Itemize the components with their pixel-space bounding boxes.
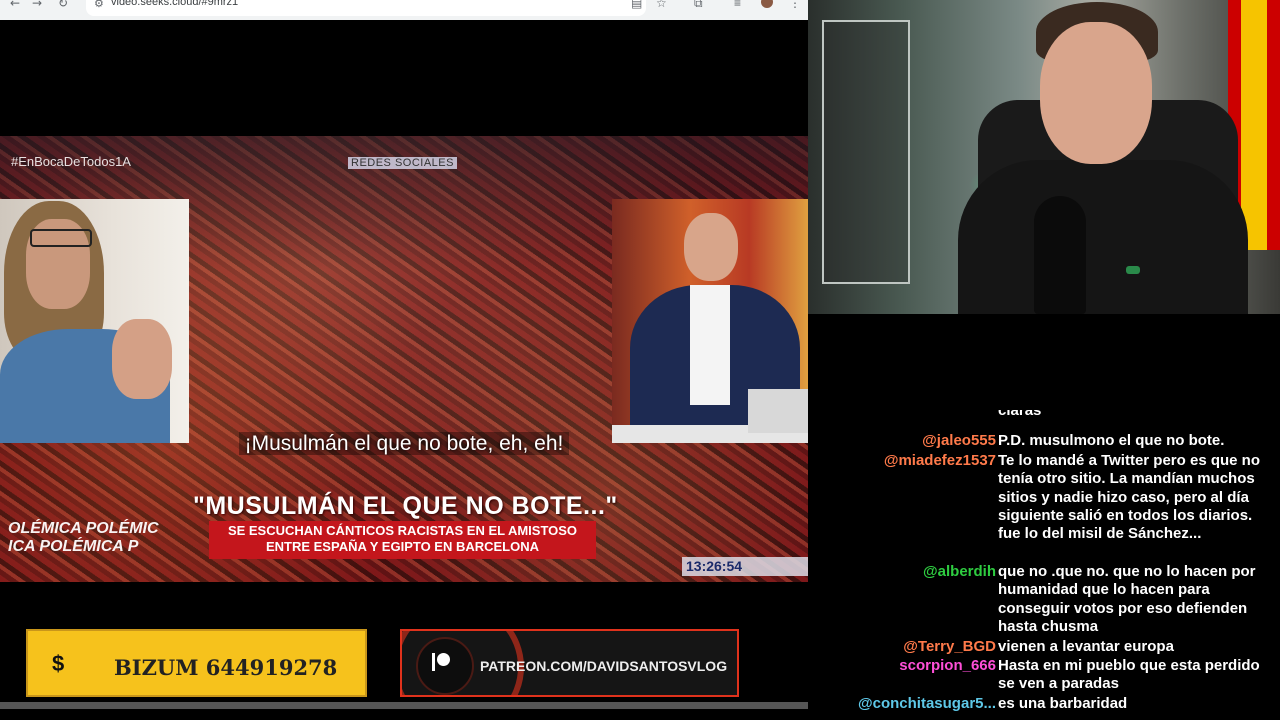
chat-username[interactable]: @miadefez1537 — [884, 452, 996, 469]
patreon-text: PATREON.COM/DAVIDSANTOSVLOG — [480, 658, 728, 674]
reload-icon[interactable]: ↻ — [58, 0, 68, 10]
translate-icon[interactable]: ▤ — [631, 0, 642, 10]
chat-username[interactable]: @conchitasugar5... — [858, 695, 996, 712]
chat-text: que no .que no. que no lo hacen por huma… — [998, 563, 1256, 635]
browser-toolbar: ← → ↻ ⚙ video.seeks.cloud/#9mrz1 ▤ ☆ ⧉ ≡… — [0, 0, 808, 20]
media-controls-icon[interactable]: ≡ — [734, 0, 741, 10]
bizum-text: BIZUM 644919278 — [114, 655, 338, 680]
webcam-feed — [808, 0, 1280, 314]
chat-text: es una barbaridad — [998, 695, 1128, 712]
chat-username[interactable]: @alberdih — [923, 563, 996, 580]
hashtag-label: #EnBocaDeTodos1A — [11, 154, 131, 169]
site-info-icon[interactable]: ⚙ — [94, 0, 104, 10]
lower-third: OLÉMICA POLÉMIC ICA POLÉMICA P "MUSULMÁN… — [0, 484, 808, 582]
url-text: video.seeks.cloud/#9mrz1 — [111, 0, 239, 8]
subheadline-box: SE ESCUCHAN CÁNTICOS RACISTAS EN EL AMIS… — [209, 521, 596, 559]
bookmark-star-icon[interactable]: ☆ — [656, 0, 667, 10]
dollar-icon: $ — [52, 651, 65, 676]
chat-text: Te lo mandé a Twitter pero es que no ten… — [998, 452, 1260, 543]
polemica-ticker: OLÉMICA POLÉMIC ICA POLÉMICA P — [8, 520, 159, 555]
chat-panel: claras @jaleo555 P.D. musulmono el que n… — [808, 314, 1280, 720]
chat-username[interactable]: @Terry_BGD — [903, 638, 996, 655]
chat-username[interactable]: scorpion_666 — [899, 657, 996, 674]
bizum-banner: $ BIZUM 644919278 — [26, 629, 367, 697]
display-shelf — [822, 20, 910, 284]
video-player[interactable]: #EnBocaDeTodos1A REDES SOCIALES ¡Musulmá… — [0, 136, 808, 582]
chat-text: vienen a levantar europa — [998, 638, 1174, 655]
headline: "MUSULMÁN EL QUE NO BOTE..." — [193, 492, 618, 520]
address-bar[interactable]: ⚙ video.seeks.cloud/#9mrz1 — [86, 0, 646, 16]
video-subtitle: ¡Musulmán el que no bote, eh, eh! — [0, 432, 808, 456]
source-label: REDES SOCIALES — [348, 157, 457, 169]
menu-kebab-icon[interactable]: ⋮ — [789, 0, 801, 10]
shirt-logo-icon — [1126, 266, 1140, 274]
chat-username[interactable]: @jaleo555 — [922, 432, 996, 449]
chat-partial-message: claras — [998, 410, 1042, 419]
chat-text: Hasta en mi pueblo que esta perdido se v… — [998, 657, 1260, 693]
profile-avatar[interactable] — [761, 0, 773, 8]
arrow-left-icon[interactable]: ← — [10, 0, 20, 10]
arrow-right-icon[interactable]: → — [32, 0, 42, 10]
patreon-banner: PATREON.COM/DAVIDSANTOSVLOG — [400, 629, 739, 697]
microphone — [1034, 196, 1086, 314]
guest-video-inset — [0, 199, 189, 443]
host-video-inset — [612, 199, 808, 443]
extensions-icon[interactable]: ⧉ — [694, 0, 703, 11]
horizontal-scrollbar[interactable] — [0, 702, 808, 709]
broadcast-clock: 13:26:54 — [682, 557, 808, 576]
chat-text: P.D. musulmono el que no bote. — [998, 432, 1225, 449]
